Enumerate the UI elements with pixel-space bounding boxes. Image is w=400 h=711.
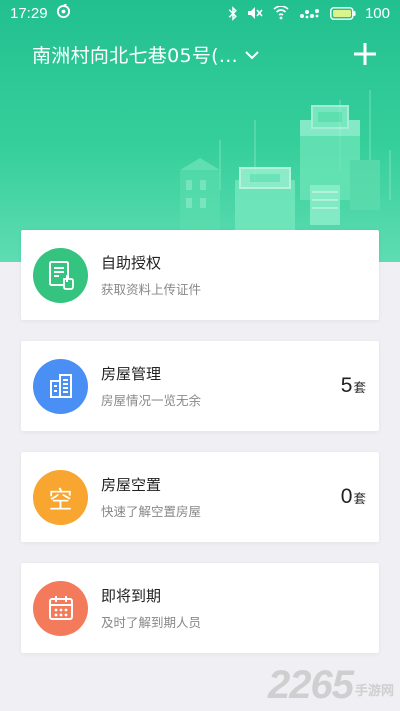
watermark-site: 手游网 — [354, 684, 394, 699]
building-icon — [49, 374, 72, 398]
wifi-icon — [272, 6, 290, 20]
address-text: 南洲村向北七巷05号(... — [32, 44, 238, 67]
mute-icon — [247, 6, 263, 20]
count-unit: 套 — [353, 491, 366, 506]
add-button[interactable] — [352, 41, 378, 67]
card-title: 房屋管理 — [101, 365, 162, 383]
card-subtitle: 快速了解空置房屋 — [101, 504, 202, 519]
signal-icon — [299, 7, 321, 19]
card-house-vacancy[interactable]: 空 房屋空置 快速了解空置房屋 0 套 — [21, 452, 379, 542]
calendar-icon — [48, 596, 73, 620]
card-house-management[interactable]: 房屋管理 房屋情况一览无余 5 套 — [21, 341, 379, 431]
count-number: 5 — [340, 374, 353, 397]
card-icon-bg — [33, 358, 88, 414]
battery-icon — [330, 6, 356, 20]
card-icon-bg — [33, 580, 88, 636]
battery-level: 100 — [364, 4, 390, 22]
card-expiring-soon[interactable]: 即将到期 及时了解到期人员 — [21, 563, 379, 653]
top-header: 南洲村向北七巷05号(... — [0, 38, 400, 70]
app-notification-icon — [56, 2, 71, 23]
document-hand-icon — [48, 261, 74, 290]
card-title: 自助授权 — [101, 254, 162, 272]
house-count: 5 套 — [341, 374, 366, 398]
card-icon-bg: 空 — [33, 469, 88, 525]
vacant-char-icon: 空 — [48, 485, 73, 514]
header-banner: 17:29 100 南洲村向北七巷05号(... — [0, 0, 400, 262]
card-subtitle: 房屋情况一览无余 — [101, 393, 202, 408]
card-title: 即将到期 — [101, 587, 162, 605]
status-bar: 17:29 100 — [0, 0, 400, 26]
plus-icon — [354, 43, 376, 65]
status-time: 17:29 — [10, 4, 48, 22]
card-subtitle: 及时了解到期人员 — [101, 615, 202, 630]
card-title: 房屋空置 — [101, 476, 162, 494]
card-icon-bg — [33, 247, 88, 303]
count-number: 0 — [340, 485, 353, 508]
count-unit: 套 — [353, 380, 366, 395]
chevron-down-icon — [244, 43, 260, 65]
card-self-authorization[interactable]: 自助授权 获取资料上传证件 — [21, 230, 379, 320]
watermark-number: 2265 — [268, 663, 354, 707]
vacancy-count: 0 套 — [341, 485, 366, 509]
card-subtitle: 获取资料上传证件 — [101, 282, 202, 297]
address-selector[interactable]: 南洲村向北七巷05号(... — [32, 41, 260, 68]
watermark: 2265 手游网 — [268, 665, 394, 705]
bluetooth-icon — [228, 5, 238, 21]
